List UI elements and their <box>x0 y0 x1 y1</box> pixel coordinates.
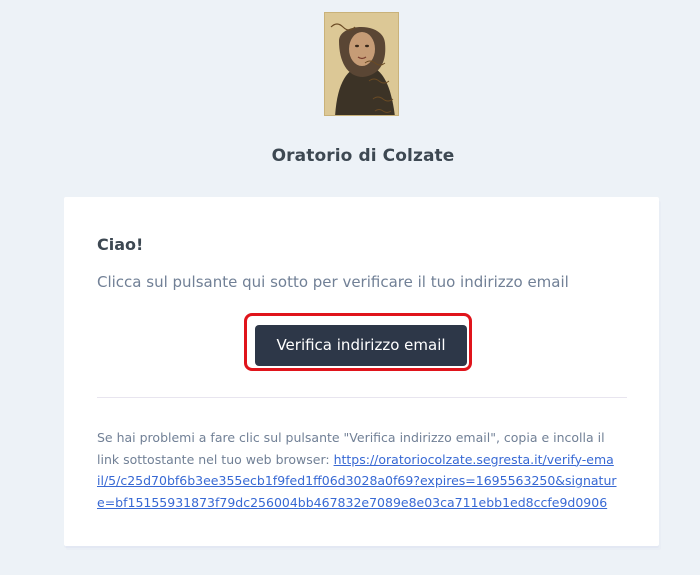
verify-url-link[interactable]: https://oratoriocolzate.segresta.it/veri… <box>334 452 614 467</box>
subcopy-line: e=bf15155931873f79dc256004bb467832e7089e… <box>97 492 632 514</box>
subcopy-line: link sottostante nel tuo web browser: ht… <box>97 449 632 471</box>
subcopy-line: il/5/c25d70bf6b3ee355ecb1f9fed1ff06d3028… <box>97 470 632 492</box>
subcopy-link-prefix: link sottostante nel tuo web browser: <box>97 451 334 467</box>
divider <box>97 397 627 398</box>
verify-email-button[interactable]: Verifica indirizzo email <box>255 325 467 366</box>
email-page: Oratorio di Colzate Ciao! Clicca sul pul… <box>0 0 700 575</box>
subcopy-line: Se hai problemi a fare clic sul pulsante… <box>97 430 605 445</box>
oratorio-logo[interactable] <box>324 12 399 116</box>
greeting-heading: Ciao! <box>97 235 144 254</box>
site-name[interactable]: Oratorio di Colzate <box>0 146 700 166</box>
intro-text: Clicca sul pulsante qui sotto per verifi… <box>97 273 569 291</box>
verify-url-link[interactable]: il/5/c25d70bf6b3ee355ecb1f9fed1ff06d3028… <box>97 473 617 488</box>
verify-url-link[interactable]: e=bf15155931873f79dc256004bb467832e7089e… <box>97 495 607 510</box>
portrait-logo-image <box>325 13 398 115</box>
subcopy-text: Se hai problemi a fare clic sul pulsante… <box>97 427 632 513</box>
email-card: Ciao! Clicca sul pulsante qui sotto per … <box>64 197 659 546</box>
